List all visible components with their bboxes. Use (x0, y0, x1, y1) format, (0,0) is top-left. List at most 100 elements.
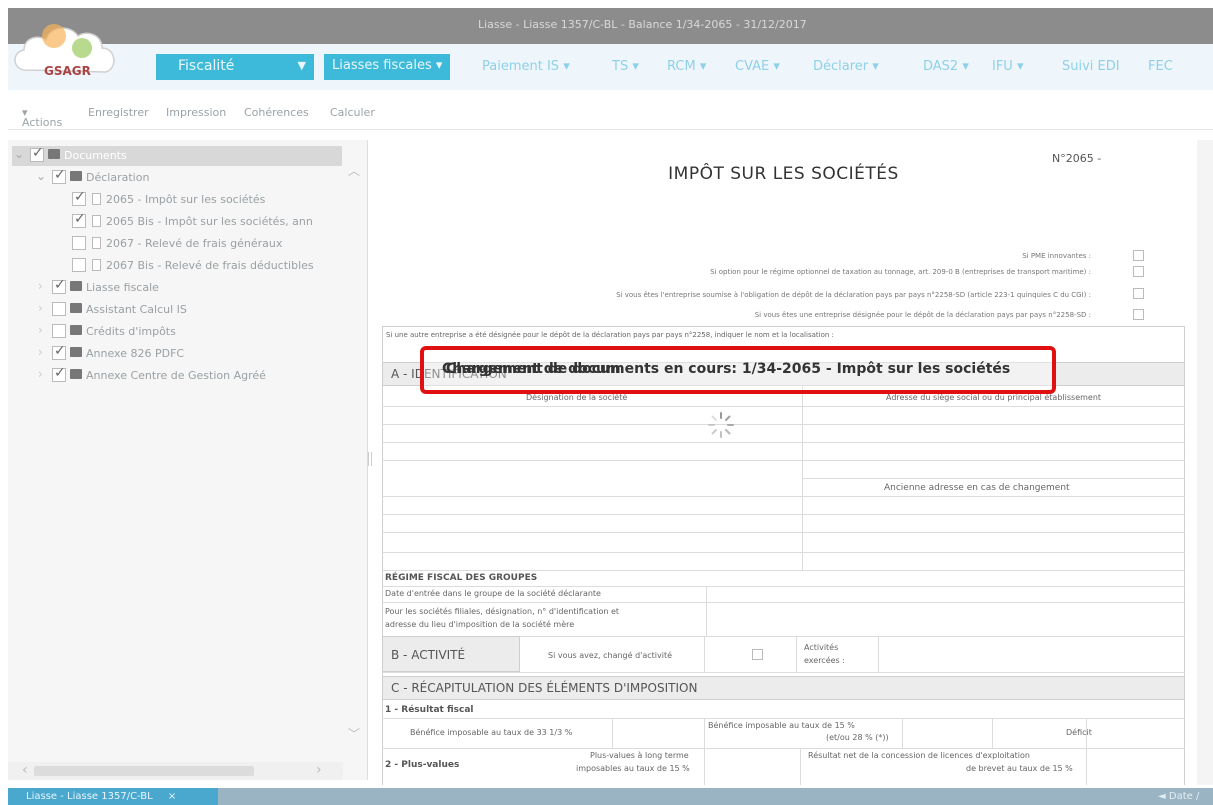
tree-checkbox[interactable]: ✓ (52, 277, 66, 294)
tree-node-liasse-fiscale[interactable]: › ✓ Liasse fiscale (34, 277, 334, 298)
tree-checkbox[interactable]: ✓ (72, 211, 86, 228)
checkbox-tonnage[interactable] (1133, 266, 1144, 277)
regime-line-1: Date d'entrée dans le groupe de la socié… (385, 589, 601, 598)
expand-icon[interactable]: › (38, 345, 43, 359)
tree-checkbox[interactable]: ✓ (52, 365, 66, 382)
tree-node-2065bis[interactable]: ✓ 2065 Bis - Impôt sur les sociétés, ann (72, 211, 352, 232)
loading-overlay-text: Chargement de docum (442, 361, 621, 377)
scroll-right-icon[interactable]: › (316, 762, 322, 778)
tree-node-declaration[interactable]: ⌄ ✓ Déclaration (34, 167, 334, 188)
document-icon (92, 237, 101, 249)
nav-fec[interactable]: FEC (1148, 59, 1173, 74)
expand-icon[interactable]: › (38, 323, 43, 337)
nav-suivi-edi[interactable]: Suivi EDI (1062, 59, 1120, 74)
scroll-up-icon[interactable]: ︿ (348, 162, 360, 179)
expand-icon[interactable]: › (38, 301, 43, 315)
nav-ts[interactable]: TS ▾ (612, 59, 639, 74)
document-icon (92, 259, 101, 271)
option-line-cbcr-designated: Si vous êtes une entreprise désignée pou… (754, 311, 1091, 319)
col-designation: Désignation de la société (526, 393, 628, 402)
collapse-icon[interactable]: ⌄ (36, 169, 46, 183)
nav-ifu[interactable]: IFU ▾ (992, 59, 1024, 74)
folder-icon (70, 369, 82, 379)
tree-checkbox[interactable] (72, 258, 86, 272)
document-icon (92, 215, 101, 227)
document-scrollbar[interactable] (1197, 140, 1213, 785)
nav-paiement-is[interactable]: Paiement IS ▾ (482, 59, 570, 74)
folder-icon (70, 303, 82, 313)
c1-benef-333: Bénéfice imposable au taux de 33 1/3 % (410, 728, 573, 737)
scrollbar-thumb[interactable] (34, 766, 254, 776)
tree-node-credits-impots[interactable]: › Crédits d'impôts (34, 322, 334, 342)
window-title-bar: Liasse - Liasse 1357/C-BL - Balance 1/34… (8, 8, 1213, 44)
window-title: Liasse - Liasse 1357/C-BL - Balance 1/34… (478, 18, 807, 31)
tree-node-assistant-calcul-is[interactable]: › Assistant Calcul IS (34, 300, 334, 320)
section-b-header: B - ACTIVITÉ (382, 636, 520, 672)
folder-icon (70, 281, 82, 291)
checkbox-cbcr-obligation[interactable] (1133, 288, 1144, 299)
coherence-button[interactable]: Cohérences (244, 106, 309, 119)
nav-cvae[interactable]: CVAE ▾ (735, 59, 780, 74)
nav-das2[interactable]: DAS2 ▾ (923, 59, 969, 74)
tree-node-2065[interactable]: ✓ 2065 - Impôt sur les sociétés (72, 189, 352, 210)
regime-line-2b: adresse du lieu d'imposition de la socié… (385, 620, 575, 629)
expand-icon[interactable]: › (38, 367, 43, 381)
app-logo[interactable]: GSAGR (10, 8, 125, 98)
option-line-tonnage: Si option pour le régime optionnel de ta… (710, 268, 1091, 276)
c1-benef-15b: (et/ou 28 % (*)) (826, 733, 889, 742)
col-address: Adresse du siège social ou du principal … (886, 393, 1102, 402)
tree-node-2067[interactable]: 2067 - Relevé de frais généraux (72, 234, 352, 254)
loading-spinner-icon (708, 412, 734, 438)
folder-icon (70, 347, 82, 357)
tree-checkbox[interactable]: ✓ (30, 145, 44, 162)
actions-menu[interactable]: Actions ▾ (22, 106, 62, 129)
document-tree: ⌄ ✓ Documents ⌄ ✓ Déclaration ✓ 2065 - I… (8, 140, 368, 780)
date-nav[interactable]: ◄ Date / (1158, 791, 1199, 802)
toolbar: Actions ▾ Enregistrer Impression Cohéren… (8, 96, 1213, 130)
tree-checkbox[interactable]: ✓ (52, 343, 66, 360)
section-c-header: C - RÉCAPITULATION DES ÉLÉMENTS D'IMPOSI… (382, 676, 1185, 700)
fiscalite-label: Fiscalité (178, 58, 235, 74)
nav-declarer[interactable]: Déclarer ▾ (813, 59, 879, 74)
collapse-icon[interactable]: ⌄ (14, 147, 24, 161)
open-liasse-tab[interactable]: Liasse - Liasse 1357/C-BL × (8, 788, 218, 805)
tree-node-documents[interactable]: ⌄ ✓ Documents (12, 145, 342, 166)
checkbox-cbcr-designated[interactable] (1133, 309, 1144, 320)
horizontal-scrollbar[interactable]: ‹ › (8, 762, 343, 780)
print-button[interactable]: Impression (166, 106, 226, 119)
tree-node-annexe-826[interactable]: › ✓ Annexe 826 PDFC (34, 343, 334, 364)
scroll-down-icon[interactable]: ﹀ (348, 725, 360, 742)
calculate-button[interactable]: Calculer (330, 106, 375, 119)
close-icon[interactable]: × (168, 791, 176, 802)
tree-checkbox[interactable]: ✓ (72, 189, 86, 206)
main-nav: Fiscalité ▼ Liasses fiscales ▾ Paiement … (8, 44, 1213, 90)
tree-checkbox[interactable] (52, 324, 66, 338)
document-viewer: N°2065 - IMPÔT SUR LES SOCIÉTÉS Si PME i… (376, 140, 1191, 785)
fiscalite-menu[interactable]: Fiscalité ▼ (156, 54, 314, 80)
save-button[interactable]: Enregistrer (88, 106, 149, 119)
tree-node-2067bis[interactable]: 2067 Bis - Relevé de frais déductibles (72, 256, 352, 276)
tree-checkbox[interactable] (52, 302, 66, 316)
other-entity-line: Si une autre entreprise a été désignée p… (386, 331, 834, 339)
c1-benef-15a: Bénéfice imposable au taux de 15 % (708, 721, 855, 730)
c2-res-a: Résultat net de la concession de licence… (808, 751, 1030, 760)
nav-rcm[interactable]: RCM ▾ (667, 59, 706, 74)
tree-checkbox[interactable]: ✓ (52, 167, 66, 184)
tree-checkbox[interactable] (72, 236, 86, 250)
panel-splitter[interactable] (368, 452, 372, 466)
c2-res-b: de brevet au taux de 15 % (966, 764, 1073, 773)
option-line-cbcr-obligation: Si vous êtes l'entreprise soumise à l'ob… (616, 291, 1091, 299)
old-address-label: Ancienne adresse en cas de changement (884, 483, 1070, 493)
scroll-left-icon[interactable]: ‹ (22, 762, 28, 778)
form-title: IMPÔT SUR LES SOCIÉTÉS (668, 164, 899, 184)
folder-icon (70, 325, 82, 335)
b-activities-a: Activités (804, 643, 839, 652)
c2-pv-b: imposables au taux de 15 % (576, 764, 690, 773)
tree-node-annexe-cga[interactable]: › ✓ Annexe Centre de Gestion Agréé (34, 365, 344, 386)
checkbox-pme[interactable] (1133, 250, 1144, 261)
expand-icon[interactable]: › (38, 279, 43, 293)
folder-icon (70, 171, 82, 181)
dropdown-icon: ▼ (297, 59, 306, 72)
nav-liasses-fiscales[interactable]: Liasses fiscales ▾ (324, 54, 451, 80)
checkbox-activity-changed[interactable] (752, 649, 763, 660)
